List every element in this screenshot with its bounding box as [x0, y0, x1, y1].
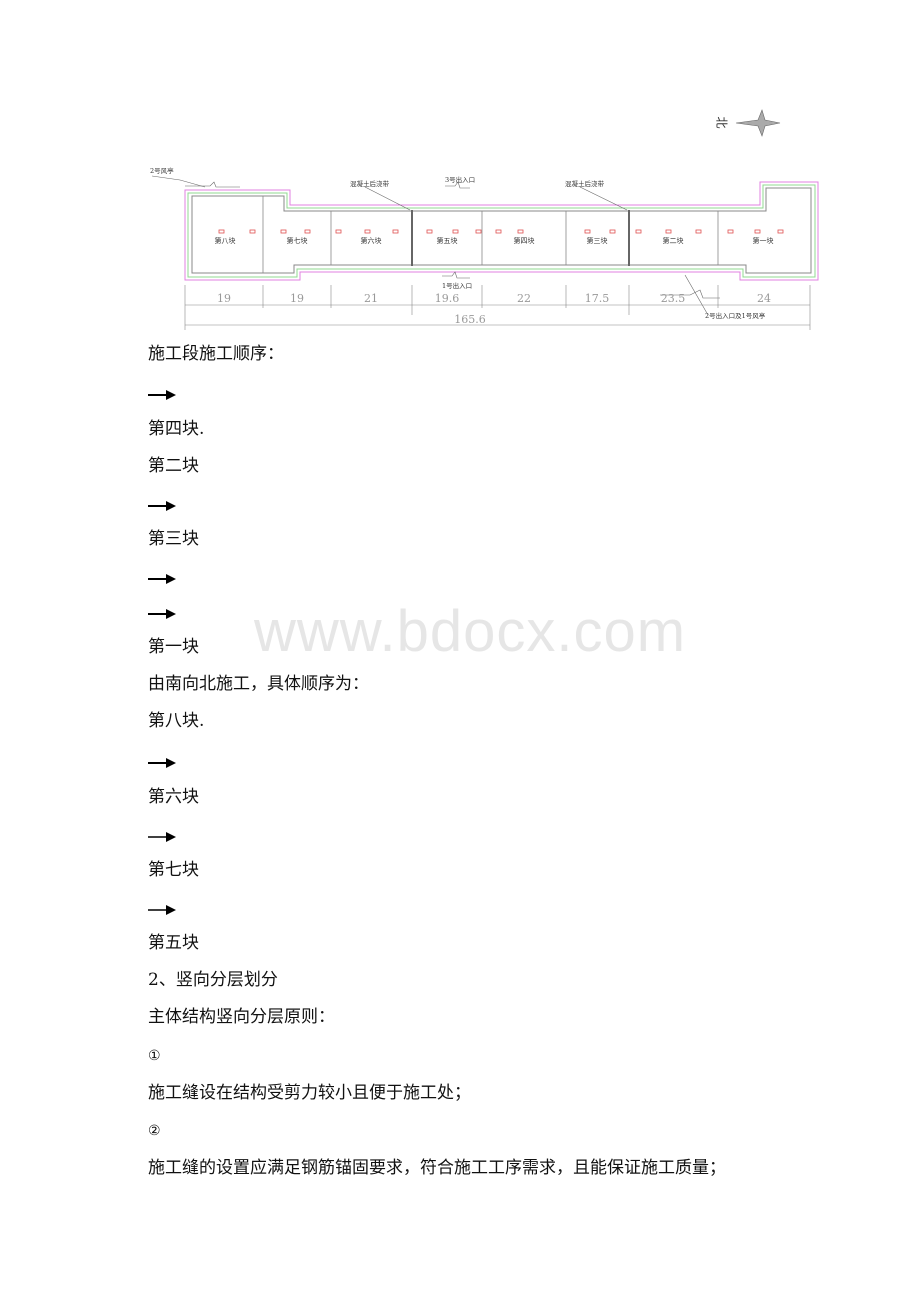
block-label: 第六块 [361, 236, 382, 245]
north-arrow: 北 [715, 108, 786, 138]
dimension-label: 24 [757, 292, 771, 305]
arrow-right-icon [148, 609, 176, 619]
compass-star-icon [735, 109, 781, 137]
block-label: 第三块 [587, 236, 608, 245]
block-label: 第八块 [215, 236, 236, 245]
entrance-1-label: 1号出入口 [442, 281, 472, 290]
principle-item: 施工缝设在结构受剪力较小且便于施工处； [148, 1083, 471, 1103]
post-pour-strip-label: 混凝土后浇带 [565, 179, 605, 188]
dimension-label: 19.6 [435, 292, 460, 305]
arrow-right-icon [148, 574, 176, 584]
section-heading: 2、竖向分层划分 [148, 970, 278, 990]
block-label: 第一块 [753, 236, 774, 245]
arrow-right-icon [148, 758, 176, 768]
wind-pavilion-2-label: 2号风亭 [150, 166, 174, 175]
block-label: 第二块 [663, 236, 684, 245]
watermark: www.bdocx.com [254, 599, 687, 664]
block-label: 第七块 [287, 236, 308, 245]
post-pour-strip-label: 混凝土后浇带 [350, 179, 390, 188]
sequence-item: 第七块 [148, 860, 199, 880]
list-marker: ① [148, 1048, 161, 1064]
block-label: 第四块 [514, 236, 535, 245]
dimension-label: 19 [217, 292, 231, 305]
entrance-3-label: 3号出入口 [445, 175, 475, 184]
sequence-item: 第四块. [148, 419, 205, 439]
sequence-item: 第一块 [148, 637, 199, 657]
dimension-label: 17.5 [585, 292, 610, 305]
sequence-title: 施工段施工顺序： [148, 344, 284, 364]
dimension-label: 22 [517, 292, 531, 305]
sequence-item: 第六块 [148, 787, 199, 807]
dimension-label: 19 [290, 292, 304, 305]
sequence-item: 第五块 [148, 933, 199, 953]
entrance-2-wind-1-label: 2号出入口及1号风亭 [705, 311, 766, 320]
principle-item: 施工缝的设置应满足钢筋锚固要求，符合施工工序需求，且能保证施工质量； [148, 1158, 726, 1178]
principle-title: 主体结构竖向分层原则： [148, 1007, 335, 1027]
arrow-right-icon [148, 832, 176, 842]
block-label: 第五块 [437, 236, 458, 245]
arrow-right-icon [148, 905, 176, 915]
south-north-text: 由南向北施工，具体顺序为： [148, 674, 369, 694]
arrow-right-icon [148, 501, 176, 511]
sequence-item: 第三块 [148, 529, 199, 549]
list-marker: ② [148, 1123, 161, 1139]
construction-block-plan: 第八块 第七块 第六块 第五块 第四块 第三块 第二块 第一块 2号风亭 混凝土… [150, 166, 819, 330]
sequence-item: 第二块 [148, 456, 199, 476]
dimension-label: 23.5 [661, 292, 686, 305]
total-length-label: 165.6 [454, 313, 486, 326]
sequence-item: 第八块. [148, 711, 205, 731]
dimension-label: 21 [364, 292, 378, 305]
arrow-right-icon [148, 390, 176, 400]
